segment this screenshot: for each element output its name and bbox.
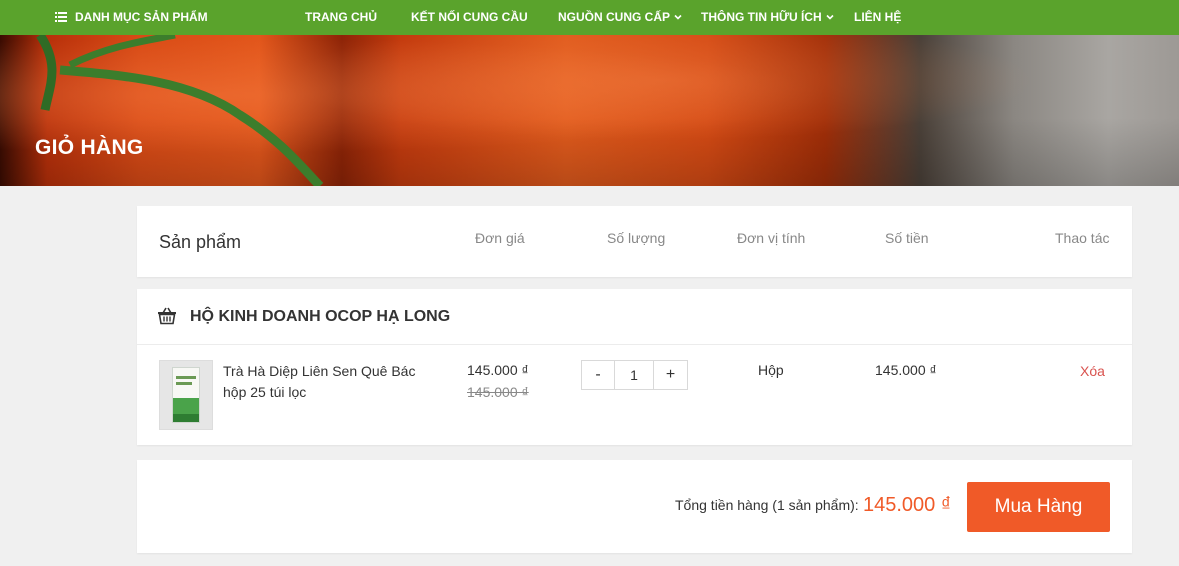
total-amount: 145.000 ₫ [863,494,952,516]
chevron-down-icon [826,14,834,20]
header-unit-price: Đơn giá [475,230,525,246]
box-band [173,398,199,414]
delete-item-button[interactable]: Xóa [1080,363,1105,379]
nav-useful-info[interactable]: THÔNG TIN HỮU ÍCH [701,0,834,35]
nav-product-categories[interactable]: DANH MỤC SẢN PHẨM [55,0,208,35]
nav-supply-sources-label: NGUỒN CUNG CẤP [558,10,671,24]
header-amount: Số tiền [885,230,929,246]
product-old-price: 145.000 ₫ [467,384,529,400]
cart-summary: Tổng tiền hàng (1 sản phẩm): 145.000 ₫ M… [137,460,1132,553]
box-band [173,414,199,422]
nav-useful-info-label: THÔNG TIN HỮU ÍCH [701,10,822,24]
product-image[interactable] [159,360,213,430]
nav-home[interactable]: TRANG CHỦ [305,0,377,35]
product-unit: Hộp [758,362,784,378]
shop-header: HỘ KINH DOANH OCOP HẠ LONG [137,289,1132,345]
hero-banner: GIỎ HÀNG [0,35,1179,186]
header-actions: Thao tác [1055,230,1110,246]
cart-table-header: Sản phẩm Đơn giá Số lượng Đơn vị tính Số… [137,206,1132,277]
top-navigation: DANH MỤC SẢN PHẨM TRANG CHỦ KẾT NỐI CUNG… [0,0,1179,35]
nav-contact[interactable]: LIÊN HỆ [854,0,901,35]
total-label: Tổng tiền hàng (1 sản phẩm): [675,497,859,513]
box-label-line [176,376,196,379]
product-name[interactable]: Trà Hà Diệp Liên Sen Quê Bác hộp 25 túi … [223,361,433,403]
shop-group: HỘ KINH DOANH OCOP HẠ LONG Trà Hà Diệp L… [137,289,1132,445]
header-quantity: Số lượng [607,230,666,246]
page-title: GIỎ HÀNG [35,136,144,159]
checkout-button[interactable]: Mua Hàng [967,482,1110,532]
nav-supply-demand[interactable]: KẾT NỐI CUNG CẦU [411,0,528,35]
chevron-down-icon [674,14,682,20]
menu-icon [55,12,67,22]
quantity-stepper: - 1 + [581,360,688,390]
nav-product-categories-label: DANH MỤC SẢN PHẨM [75,10,208,24]
shop-name: HỘ KINH DOANH OCOP HẠ LONG [190,308,451,325]
quantity-input[interactable]: 1 [614,361,654,389]
product-amount: 145.000 ₫ [875,362,937,378]
nav-supply-sources[interactable]: NGUỒN CUNG CẤP [558,0,682,35]
tomato-stem-decoration [36,35,324,186]
box-label-line [176,382,192,385]
header-unit: Đơn vị tính [737,230,806,246]
header-product: Sản phẩm [159,232,242,252]
product-price: 145.000 ₫ [467,362,529,378]
cart-item-row: Trà Hà Diệp Liên Sen Quê Bác hộp 25 túi … [137,346,1132,445]
basket-icon [158,307,176,325]
decrease-quantity-button[interactable]: - [582,361,614,389]
product-box-graphic [172,367,200,423]
increase-quantity-button[interactable]: + [654,361,687,389]
